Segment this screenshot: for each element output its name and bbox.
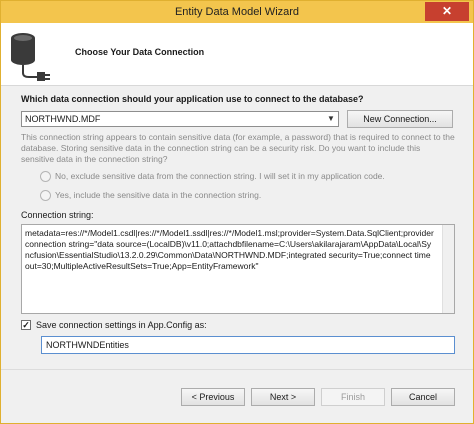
close-icon: ✕: [441, 4, 453, 18]
connection-string-value: metadata=res://*/Model1.csdl|res://*/Mod…: [25, 228, 434, 271]
connection-string-scrollbar[interactable]: [442, 225, 454, 313]
include-sensitive-label: Yes, include the sensitive data in the c…: [55, 190, 262, 200]
sensitive-data-notice: This connection string appears to contai…: [21, 132, 455, 164]
exclude-sensitive-radio: [40, 171, 51, 182]
database-plug-icon: [11, 33, 50, 81]
finish-button[interactable]: Finish: [321, 388, 385, 406]
save-settings-checkbox[interactable]: ✓: [21, 320, 31, 330]
checkmark-icon: ✓: [22, 320, 30, 330]
data-connection-dropdown[interactable]: NORTHWND.MDF ▼: [21, 111, 339, 127]
exclude-sensitive-label: No, exclude sensitive data from the conn…: [55, 171, 385, 181]
close-button[interactable]: ✕: [425, 2, 469, 21]
selected-connection: NORTHWND.MDF: [25, 114, 101, 124]
include-sensitive-radio: [40, 190, 51, 201]
entity-name-value: NORTHWNDEntities: [46, 340, 129, 350]
wizard-header: Choose Your Data Connection: [1, 23, 473, 86]
wizard-window: Entity Data Model Wizard ✕ Choose Your D…: [0, 0, 474, 424]
footer-divider: [1, 369, 473, 370]
page-title: Choose Your Data Connection: [75, 47, 205, 57]
connection-string-textbox[interactable]: metadata=res://*/Model1.csdl|res://*/Mod…: [21, 224, 455, 314]
chevron-down-icon[interactable]: ▼: [324, 112, 338, 126]
next-button[interactable]: Next >: [251, 388, 315, 406]
previous-button[interactable]: < Previous: [181, 388, 245, 406]
title-bar[interactable]: Entity Data Model Wizard ✕: [1, 1, 473, 23]
window-title: Entity Data Model Wizard: [174, 6, 300, 18]
new-connection-button[interactable]: New Connection...: [347, 110, 453, 128]
cancel-button[interactable]: Cancel: [391, 388, 455, 406]
connection-question: Which data connection should your applic…: [21, 94, 364, 104]
connection-string-label: Connection string:: [21, 210, 94, 220]
save-settings-label: Save connection settings in App.Config a…: [36, 320, 207, 330]
entity-name-input[interactable]: NORTHWNDEntities: [41, 336, 455, 354]
